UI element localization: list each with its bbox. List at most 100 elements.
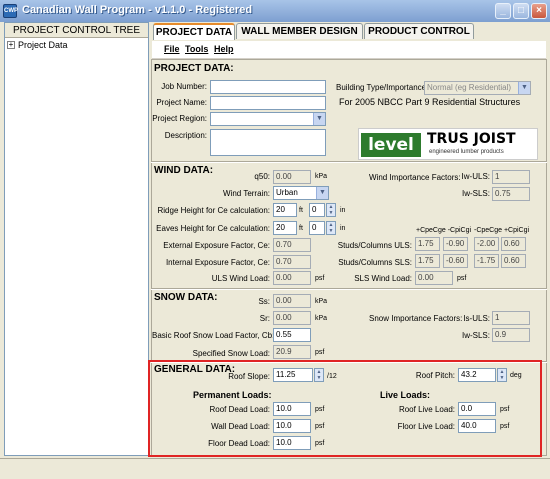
ft-unit: ft — [299, 225, 303, 232]
is-sls-field[interactable]: 0.9 — [492, 328, 530, 342]
studs-sls-field[interactable]: 0.60 — [501, 254, 526, 268]
divider — [151, 288, 547, 290]
studs-uls-field[interactable]: -2.00 — [474, 237, 499, 251]
trus-joist-logo-text: TRUS JOIST — [427, 131, 516, 147]
menu-tools[interactable]: Tools — [185, 44, 208, 54]
cb-label: Basic Roof Snow Load Factor, Cb: — [152, 331, 275, 340]
eaves-ft-field[interactable]: 20 — [273, 221, 297, 235]
studs-sls-field[interactable]: -0.60 — [443, 254, 468, 268]
in-unit: in — [340, 225, 346, 232]
project-name-field[interactable] — [210, 96, 326, 110]
q50-field[interactable]: 0.00 — [273, 170, 311, 184]
building-type-select[interactable]: Normal (eg Residential) ▼ — [424, 81, 531, 95]
sr-label: Sr: — [259, 314, 270, 323]
window-title: Canadian Wall Program - v1.1.0 - Registe… — [22, 4, 253, 16]
studs-sls-field[interactable]: -1.75 — [474, 254, 499, 268]
tree-header: PROJECT CONTROL TREE — [5, 23, 148, 38]
eaves-in-spinner[interactable]: ▲ ▼ — [326, 221, 336, 235]
uls-wind-load-field[interactable]: 0.00 — [273, 271, 311, 285]
status-bar — [0, 458, 550, 479]
menu-bar: File Tools Help — [152, 41, 546, 59]
chevron-down-icon[interactable]: ▼ — [316, 187, 328, 199]
specified-snow-field[interactable]: 20.9 — [273, 345, 311, 359]
menu-help[interactable]: Help — [214, 44, 234, 54]
kpa-unit: kPa — [315, 315, 328, 322]
iw-sls-label: Iw-SLS: — [461, 189, 490, 198]
tab-product-control[interactable]: PRODUCT CONTROL — [364, 23, 474, 39]
job-number-label: Job Number: — [161, 82, 207, 91]
ext-ce-field[interactable]: 0.70 — [273, 238, 311, 252]
is-uls-field[interactable]: 1 — [492, 311, 530, 325]
ft-unit: ft — [299, 207, 303, 214]
eaves-height-label: Eaves Height for Ce calculation: — [156, 224, 270, 233]
cb-field[interactable]: 0.55 — [273, 328, 311, 342]
title-bar: CWP Canadian Wall Program - v1.1.0 - Reg… — [0, 0, 550, 22]
minimize-button[interactable]: _ — [495, 3, 511, 19]
sr-field[interactable]: 0.00 — [273, 311, 311, 325]
nbcc-note: For 2005 NBCC Part 9 Residential Structu… — [339, 97, 521, 107]
project-control-tree: PROJECT CONTROL TREE + Project Data — [4, 22, 149, 456]
ridge-height-label: Ridge Height for Ce calculation: — [157, 206, 270, 215]
int-ce-label: Internal Exposure Factor, Ce: — [165, 258, 270, 267]
iw-sls-field[interactable]: 0.75 — [492, 187, 530, 201]
coef-header-positive: +CpeCge -CpiCgi — [416, 227, 472, 234]
kpa-unit: kPa — [315, 298, 328, 305]
ridge-ft-field[interactable]: 20 — [273, 203, 297, 217]
specified-snow-label: Specified Snow Load: — [192, 349, 270, 358]
wind-terrain-select[interactable]: Urban ▼ — [273, 186, 329, 200]
expand-icon[interactable]: + — [7, 41, 15, 49]
project-data-heading: PROJECT DATA: — [154, 63, 234, 74]
uls-wind-load-label: ULS Wind Load: — [211, 274, 270, 283]
studs-uls-label: Studs/Columns ULS: — [337, 241, 412, 250]
coef-header-negative: -CpeCge +CpiCgi — [474, 227, 530, 234]
level-logo-text: level — [361, 133, 421, 157]
wind-importance-label: Wind Importance Factors: — [369, 173, 461, 182]
studs-uls-field[interactable]: 1.75 — [415, 237, 440, 251]
ss-field[interactable]: 0.00 — [273, 294, 311, 308]
project-name-label: Project Name: — [156, 98, 207, 107]
int-ce-field[interactable]: 0.70 — [273, 255, 311, 269]
level-trus-joist-logo: level TRUS JOIST engineered lumber produ… — [358, 128, 538, 160]
sls-wind-load-field[interactable]: 0.00 — [415, 271, 453, 285]
kpa-unit: kPa — [315, 173, 328, 180]
q50-label: q50: — [254, 172, 270, 181]
tab-project-data[interactable]: PROJECT DATA — [153, 23, 235, 40]
project-region-label: Project Region: — [152, 114, 207, 123]
general-data-highlight-box — [148, 360, 542, 457]
close-button[interactable]: × — [531, 3, 547, 19]
app-icon: CWP — [3, 4, 18, 18]
building-type-value: Normal (eg Residential) — [427, 83, 512, 92]
job-number-field[interactable] — [210, 80, 326, 94]
ss-label: Ss: — [258, 297, 270, 306]
tree-item-label: Project Data — [18, 40, 68, 50]
building-type-label: Building Type/Importance: — [336, 83, 429, 92]
eaves-in-field[interactable]: 0 — [309, 221, 325, 235]
is-uls-label: Is-ULS: — [463, 314, 490, 323]
in-unit: in — [340, 207, 346, 214]
description-label: Description: — [164, 131, 207, 140]
iw-uls-field[interactable]: 1 — [492, 170, 530, 184]
menu-file[interactable]: File — [164, 44, 180, 54]
maximize-button[interactable]: □ — [513, 3, 529, 19]
ridge-in-spinner[interactable]: ▲ ▼ — [326, 203, 336, 217]
psf-unit: psf — [315, 349, 325, 356]
ridge-in-field[interactable]: 0 — [309, 203, 325, 217]
ext-ce-label: External Exposure Factor, Ce: — [163, 241, 270, 250]
studs-uls-field[interactable]: -0.90 — [443, 237, 468, 251]
chevron-down-icon[interactable]: ▼ — [518, 82, 530, 94]
project-region-select[interactable]: ▼ — [210, 112, 326, 126]
tree-item-project-data[interactable]: + Project Data — [7, 40, 68, 50]
logo-subtitle: engineered lumber products — [429, 149, 504, 155]
divider — [151, 161, 547, 163]
studs-uls-field[interactable]: 0.60 — [501, 237, 526, 251]
psf-unit: psf — [315, 275, 325, 282]
description-field[interactable] — [210, 129, 326, 156]
wind-terrain-value: Urban — [276, 188, 298, 197]
snow-importance-label: Snow Importance Factors: — [369, 314, 463, 323]
wind-terrain-label: Wind Terrain: — [223, 189, 270, 198]
chevron-down-icon[interactable]: ▼ — [313, 113, 325, 125]
is-sls-label: Iw-SLS: — [461, 331, 490, 340]
psf-unit: psf — [457, 275, 467, 282]
studs-sls-field[interactable]: 1.75 — [415, 254, 440, 268]
tab-wall-member-design[interactable]: WALL MEMBER DESIGN — [236, 23, 363, 39]
